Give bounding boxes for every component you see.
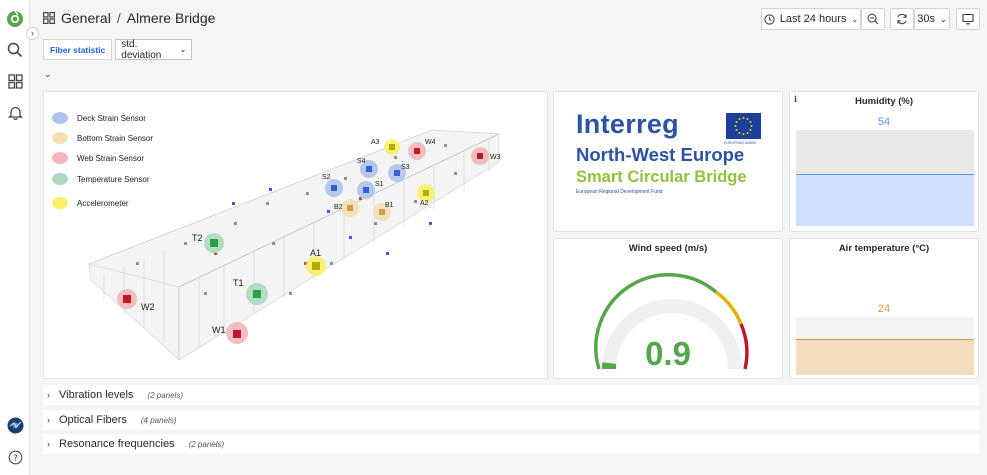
humidity-bar — [796, 130, 974, 226]
humidity-value: 54 — [877, 116, 891, 128]
row-panel-count: (2 panels) — [188, 439, 225, 449]
project-name: Smart Circular Bridge — [576, 168, 747, 186]
chevron-right-icon: › — [47, 415, 50, 425]
chevron-down-icon: ⌄ — [940, 14, 947, 24]
time-range-picker[interactable]: Last 24 hours ⌄ — [761, 8, 861, 30]
row-vibration-levels[interactable]: › Vibration levels (2 panels) — [43, 385, 979, 405]
air-temperature-panel: Air temperature (°C) 24 — [789, 238, 979, 379]
help-icon[interactable]: ? — [5, 447, 25, 467]
region-name: North-West Europe — [576, 144, 745, 165]
refresh-interval-label: 30s — [917, 13, 936, 25]
chevron-right-icon: › — [47, 390, 50, 400]
refresh-icon — [897, 13, 907, 25]
zoom-out-icon — [867, 13, 879, 25]
dashboards-icon[interactable] — [5, 71, 25, 91]
fund-name: European Regional Development Fund — [576, 189, 663, 195]
chevron-down-icon: ⌄ — [851, 14, 859, 24]
search-icon[interactable] — [5, 40, 25, 60]
bridge-3d-model — [88, 129, 501, 361]
variables-bar: Fiber statistic std. deviation ⌄ — [43, 38, 193, 61]
refresh-interval-picker[interactable]: 30s ⌄ — [914, 8, 950, 30]
humidity-panel: i Humidity (%) 54 — [789, 91, 979, 232]
panel-title: Air temperature (°C) — [838, 243, 930, 254]
collapse-chevron-icon[interactable]: ⌄ — [44, 69, 52, 80]
sidebar: ? — [0, 0, 30, 475]
bridge-sensor-panel: Deck Strain Sensor Bottom Strain Sensor … — [43, 91, 548, 379]
chevron-right-icon: › — [47, 439, 50, 449]
refresh-button[interactable] — [890, 8, 914, 30]
time-range-label: Last 24 hours — [779, 13, 847, 25]
wind-speed-value: 0.9 — [645, 335, 691, 372]
air-temperature-value: 24 — [877, 303, 891, 315]
fiber-statistic-label: Fiber statistic — [43, 39, 113, 60]
dashboard-title[interactable]: Almere Bridge — [127, 10, 216, 26]
user-avatar[interactable] — [5, 415, 25, 435]
alerting-bell-icon[interactable] — [5, 102, 25, 122]
grafana-logo[interactable] — [5, 9, 25, 29]
breadcrumb-separator: / — [116, 10, 121, 26]
zoom-out-button[interactable] — [861, 8, 885, 30]
row-panel-count: (4 panels) — [140, 415, 177, 425]
top-bar: General / Almere Bridge Last 24 hours ⌄ … — [31, 0, 987, 38]
fiber-statistic-select[interactable]: std. deviation ⌄ — [115, 38, 193, 61]
air-temperature-bar — [796, 317, 974, 375]
chevron-down-icon: ⌄ — [179, 45, 187, 54]
fiber-statistic-value: std. deviation — [121, 38, 162, 61]
breadcrumb: General / Almere Bridge — [43, 10, 215, 26]
wind-speed-panel: Wind speed (m/s) 0.9 — [553, 238, 783, 379]
row-resonance-frequencies[interactable]: › Resonance frequencies (2 panels) — [43, 434, 979, 454]
row-optical-fibers[interactable]: › Optical Fibers (4 panels) — [43, 410, 979, 430]
interreg-logo-panel: Interreg EUROPEAN UNION North-West Europ… — [553, 91, 783, 232]
eu-flag — [726, 113, 761, 139]
row-title: Vibration levels — [59, 389, 134, 401]
row-title: Optical Fibers — [59, 414, 127, 426]
air-temperature-bar-fill — [796, 339, 974, 375]
monitor-icon — [962, 13, 974, 25]
row-panel-count: (2 panels) — [147, 390, 183, 400]
panel-title: Humidity (%) — [854, 96, 914, 107]
svg-text:?: ? — [13, 453, 18, 463]
interreg-wordmark: Interreg — [576, 109, 679, 139]
dashboard-grid-icon — [43, 12, 55, 24]
clock-icon — [764, 13, 775, 25]
row-title: Resonance frequencies — [59, 438, 175, 450]
tv-mode-button[interactable] — [956, 8, 980, 30]
breadcrumb-folder[interactable]: General — [61, 10, 111, 26]
humidity-bar-fill — [796, 174, 974, 226]
